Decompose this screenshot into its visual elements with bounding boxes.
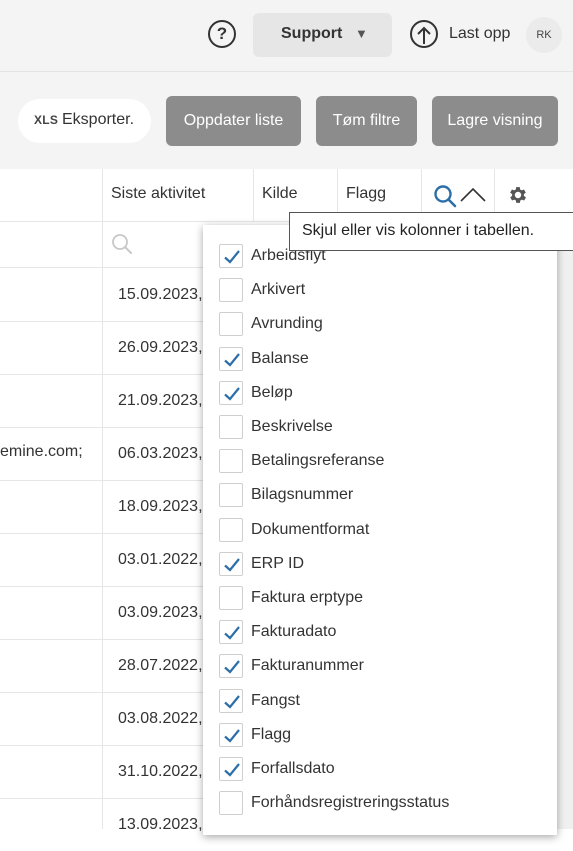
column-header-flag[interactable]: Flagg bbox=[346, 185, 386, 203]
date-cell: 28.07.2022, bbox=[118, 657, 203, 674]
column-option[interactable]: Fangst bbox=[219, 688, 539, 715]
column-option[interactable]: Arkivert bbox=[219, 278, 539, 304]
avatar-initials: RK bbox=[536, 29, 552, 41]
date-cell: 26.09.2023, bbox=[118, 339, 203, 356]
checkmark-icon bbox=[224, 352, 240, 367]
checkbox-checked[interactable] bbox=[219, 654, 243, 679]
date-cell: 03.01.2022, bbox=[118, 551, 203, 568]
date-cell: 03.09.2023, bbox=[118, 604, 203, 621]
column-header-last-activity[interactable]: Siste aktivitet bbox=[111, 185, 205, 203]
column-chooser-panel: Arbeidsflyt Arkivert Avrunding Balanse Beløp… bbox=[203, 225, 557, 835]
checkmark-icon bbox=[224, 558, 240, 572]
date-cell: 31.10.2022, bbox=[118, 763, 203, 780]
filter-search-icon[interactable] bbox=[111, 233, 133, 255]
save-view-button[interactable]: Lagre visning bbox=[432, 96, 558, 146]
checkbox-unchecked[interactable] bbox=[219, 415, 243, 439]
checkbox-checked[interactable] bbox=[219, 380, 243, 405]
checkbox-unchecked[interactable] bbox=[219, 517, 243, 542]
column-option[interactable]: ERP ID bbox=[219, 551, 539, 578]
date-cell: 15.09.2023, bbox=[118, 286, 203, 303]
column-option[interactable]: Fakturadato bbox=[219, 620, 539, 646]
email-cell: emine.com; bbox=[0, 443, 83, 460]
checkbox-checked[interactable] bbox=[219, 346, 243, 371]
checkmark-icon bbox=[224, 660, 240, 674]
date-cell: 03.08.2022, bbox=[118, 710, 203, 727]
caret-down-icon: ▼ bbox=[355, 26, 368, 41]
checkmark-icon bbox=[224, 763, 240, 777]
column-option[interactable]: Beløp bbox=[219, 380, 539, 407]
toolbar: XLS Eksporter. Oppdater liste Tøm filtre… bbox=[0, 72, 573, 169]
column-option[interactable]: Bilagsnummer bbox=[219, 483, 539, 509]
checkbox-checked[interactable] bbox=[219, 551, 243, 576]
checkbox-checked[interactable] bbox=[219, 620, 243, 645]
export-label: Eksporter. bbox=[62, 111, 135, 128]
checkmark-icon bbox=[224, 387, 240, 401]
column-option[interactable]: Balanse bbox=[219, 346, 539, 373]
checkbox-checked[interactable] bbox=[219, 244, 243, 268]
column-option-label: Fangst bbox=[251, 691, 300, 709]
export-xls-button[interactable]: XLS Eksporter. bbox=[18, 99, 151, 143]
column-option-label: Bilagsnummer bbox=[251, 486, 354, 504]
column-option[interactable]: Forfallsdato bbox=[219, 757, 539, 783]
column-option-label: Arkivert bbox=[251, 281, 306, 299]
scrollbar[interactable] bbox=[556, 248, 573, 829]
column-option-label: Dokumentformat bbox=[251, 520, 370, 538]
column-option[interactable]: Faktura erptype bbox=[219, 586, 539, 612]
column-option[interactable]: Flagg bbox=[219, 722, 539, 749]
column-option[interactable]: Beskrivelse bbox=[219, 415, 539, 441]
refresh-list-button[interactable]: Oppdater liste bbox=[166, 96, 301, 146]
column-option-label: Fakturadato bbox=[251, 623, 337, 641]
column-option[interactable]: Betalingsreferanse bbox=[219, 449, 539, 475]
upload-button[interactable]: Last opp bbox=[449, 25, 510, 43]
checkmark-icon bbox=[224, 250, 240, 264]
checkbox-unchecked[interactable] bbox=[219, 278, 243, 303]
column-option[interactable]: Fakturanummer bbox=[219, 654, 539, 680]
checkbox-checked[interactable] bbox=[219, 722, 243, 747]
chevron-up-icon[interactable] bbox=[460, 186, 486, 202]
checkmark-icon bbox=[224, 626, 240, 640]
column-option-label: ERP ID bbox=[251, 554, 305, 572]
checkmark-icon bbox=[224, 694, 240, 709]
checkbox-unchecked[interactable] bbox=[219, 791, 243, 816]
checkbox-unchecked[interactable] bbox=[219, 312, 243, 337]
column-option-label: Flagg bbox=[251, 725, 292, 743]
column-option[interactable]: Forhåndsregistreringsstatus bbox=[219, 791, 539, 817]
column-divider bbox=[253, 169, 254, 222]
checkbox-checked[interactable] bbox=[219, 757, 243, 781]
gear-icon[interactable] bbox=[507, 184, 529, 206]
checkbox-unchecked[interactable] bbox=[219, 449, 243, 474]
column-header-source[interactable]: Kilde bbox=[262, 185, 298, 203]
checkmark-icon bbox=[224, 729, 240, 743]
date-cell: 06.03.2023, bbox=[118, 445, 203, 462]
checkbox-unchecked[interactable] bbox=[219, 586, 243, 610]
tooltip: Skjul eller vis kolonner i tabellen. bbox=[289, 212, 573, 251]
upload-icon[interactable] bbox=[410, 20, 438, 48]
help-button[interactable]: ? bbox=[208, 20, 236, 48]
column-option[interactable]: Avrunding bbox=[219, 312, 539, 338]
column-option-label: Forfallsdato bbox=[251, 760, 335, 777]
column-option-label: Faktura erptype bbox=[251, 589, 364, 606]
clear-filters-button[interactable]: Tøm filtre bbox=[316, 96, 417, 146]
search-icon[interactable] bbox=[433, 184, 457, 208]
avatar[interactable]: RK bbox=[526, 17, 562, 53]
column-option-label: Betalingsreferanse bbox=[251, 452, 385, 470]
column-option-label: Fakturanummer bbox=[251, 657, 364, 675]
checkbox-unchecked[interactable] bbox=[219, 483, 243, 508]
date-cell: 13.09.2023, bbox=[118, 816, 203, 833]
column-option-label: Avrunding bbox=[251, 315, 323, 333]
date-cell: 21.09.2023, bbox=[118, 392, 203, 409]
column-option-label: Balanse bbox=[251, 349, 309, 367]
date-cell: 18.09.2023, bbox=[118, 498, 203, 515]
xls-icon: XLS bbox=[34, 113, 59, 127]
top-bar: ? Support ▼ Last opp RK bbox=[0, 0, 573, 72]
support-dropdown[interactable]: Support ▼ bbox=[253, 13, 392, 57]
column-option-label: Beløp bbox=[251, 383, 293, 401]
support-label: Support bbox=[281, 25, 343, 42]
help-icon: ? bbox=[216, 24, 228, 43]
column-option[interactable]: Dokumentformat bbox=[219, 517, 539, 544]
column-option-label: Forhåndsregistreringsstatus bbox=[251, 794, 450, 812]
checkbox-checked[interactable] bbox=[219, 688, 243, 713]
column-option-label: Beskrivelse bbox=[251, 418, 333, 435]
